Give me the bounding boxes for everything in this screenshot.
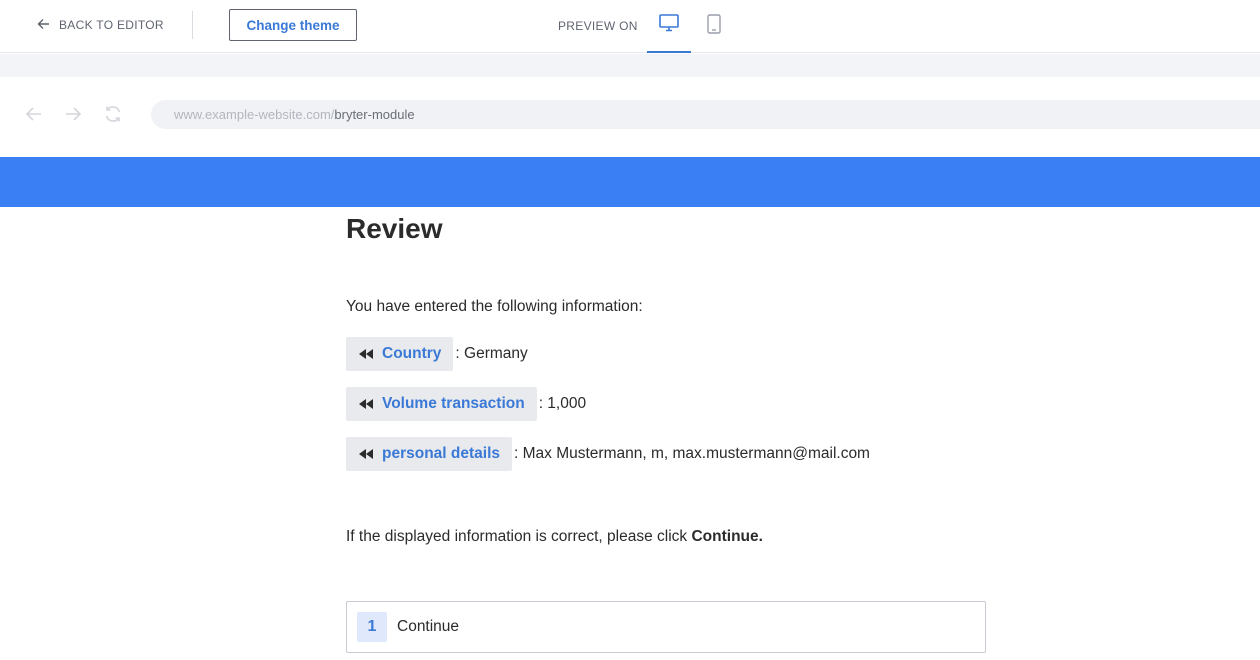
- arrow-left-icon: [37, 17, 51, 34]
- rewind-icon: [358, 348, 374, 360]
- option-label: Continue: [397, 618, 460, 635]
- url-path: bryter-module: [334, 107, 415, 122]
- rewind-icon: [358, 448, 374, 460]
- browser-forward-icon: [62, 103, 84, 125]
- entry-value: : 1,000: [538, 395, 587, 412]
- edit-personal-details-button[interactable]: personal details: [346, 437, 513, 471]
- browser-refresh-icon: [102, 103, 124, 125]
- site-header: [0, 157, 1260, 207]
- review-entry-volume-transaction: Volume transaction : 1,000: [346, 387, 586, 421]
- confirm-instruction: If the displayed information is correct,…: [346, 528, 763, 546]
- edit-volume-transaction-button[interactable]: Volume transaction: [346, 387, 537, 421]
- preview-on-label: PREVIEW ON: [558, 19, 638, 33]
- mobile-icon: [707, 14, 721, 39]
- url-bar: www.example-website.com/bryter-module: [151, 100, 1260, 129]
- change-theme-button[interactable]: Change theme: [229, 9, 357, 41]
- mobile-preview-button[interactable]: [696, 0, 732, 53]
- desktop-preview-button[interactable]: [647, 0, 691, 53]
- review-entry-personal-details: personal details : Max Mustermann, m, ma…: [346, 437, 870, 471]
- entry-label: Country: [382, 345, 442, 362]
- page-title: Review: [346, 213, 443, 244]
- edit-country-button[interactable]: Country: [346, 337, 454, 371]
- entry-value: : Max Mustermann, m, max.mustermann@mail…: [514, 445, 870, 462]
- editor-toolbar: BACK TO EDITOR Change theme PREVIEW ON: [0, 0, 1260, 53]
- confirm-text: If the displayed information is correct,…: [346, 528, 692, 545]
- continue-option-button[interactable]: 1 Continue: [346, 601, 986, 653]
- intro-text: You have entered the following informati…: [346, 298, 643, 315]
- option-number-badge: 1: [357, 612, 387, 642]
- preview-background: [0, 54, 1260, 77]
- back-to-editor-label: BACK TO EDITOR: [59, 18, 164, 32]
- url-domain: www.example-website.com/: [174, 107, 335, 122]
- rewind-icon: [358, 398, 374, 410]
- confirm-bold: Continue.: [691, 528, 763, 545]
- browser-back-icon: [23, 103, 45, 125]
- entry-label: Volume transaction: [382, 395, 525, 412]
- entry-value: : Germany: [455, 345, 528, 362]
- toolbar-divider: [192, 11, 193, 39]
- desktop-icon: [659, 14, 679, 37]
- entry-label: personal details: [382, 445, 501, 462]
- review-entry-country: Country : Germany: [346, 337, 528, 371]
- back-to-editor-link[interactable]: BACK TO EDITOR: [37, 15, 164, 35]
